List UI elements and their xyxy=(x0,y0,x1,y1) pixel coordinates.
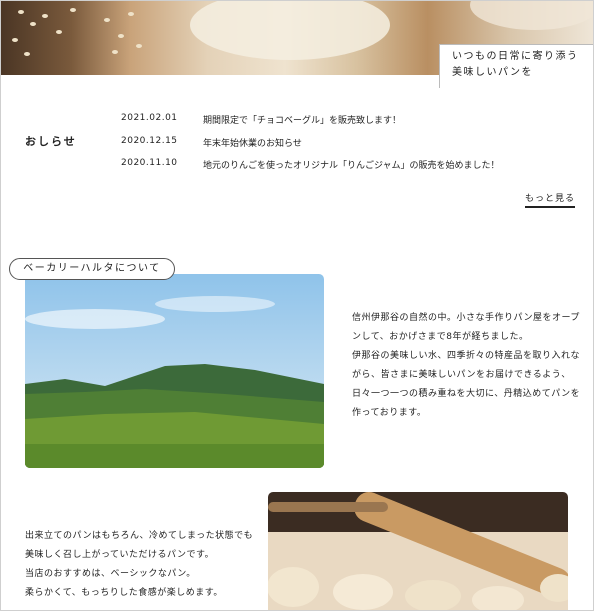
bread-description: 出来立てのパンはもちろん、冷めてしまった状態でも 美味しく召し上がっていただける… xyxy=(25,527,253,603)
news-link[interactable]: 地元のりんごを使ったオリジナル「りんごジャム」の販売を始めました！ xyxy=(203,158,500,171)
news-link[interactable]: 期間限定で「チョコベーグル」を販売致します！ xyxy=(203,113,401,126)
bread-crumb-shape xyxy=(190,0,390,60)
bread-line: 当店のおすすめは、ベーシックなパン。 xyxy=(25,569,196,579)
landscape-photo xyxy=(25,274,324,468)
seed-decoration xyxy=(42,14,48,18)
seed-decoration xyxy=(104,18,110,22)
hero-tagline-line1: いつもの日常に寄り添う xyxy=(452,51,579,62)
news-link[interactable]: 年末年始休業のお知らせ xyxy=(203,136,302,149)
dough-rolling-photo xyxy=(268,492,568,611)
seed-decoration xyxy=(128,12,134,16)
news-date: 2020.12.15 xyxy=(121,136,178,146)
about-line: がら、皆さまに美味しいパンをお届けできるよう、 xyxy=(352,370,571,380)
seed-decoration xyxy=(56,30,62,34)
landscape-illustration xyxy=(25,274,324,468)
seed-decoration xyxy=(24,52,30,56)
about-line: 作っております。 xyxy=(352,408,427,418)
seed-decoration xyxy=(70,8,76,12)
hero-tagline-line2: 美味しいパンを xyxy=(452,67,533,78)
bread-crumb-shape xyxy=(470,0,594,30)
seed-decoration xyxy=(136,44,142,48)
news-title: おしらせ xyxy=(25,135,77,148)
bread-line: 柔らかくて、もっちりした食感が楽しめます。 xyxy=(25,588,223,598)
about-heading: ベーカリーハルタについて xyxy=(9,258,175,280)
seed-decoration xyxy=(112,50,118,54)
seed-decoration xyxy=(12,38,18,42)
seed-decoration xyxy=(18,10,24,14)
about-line: 信州伊那谷の自然の中。小さな手作りパン屋をオープ xyxy=(352,313,580,323)
about-line: ンして、おかげさまで8年が経ちました。 xyxy=(352,332,529,342)
bread-line: 出来立てのパンはもちろん、冷めてしまった状態でも xyxy=(25,531,254,541)
more-news-link[interactable]: もっと見る xyxy=(525,191,576,208)
about-description: 信州伊那谷の自然の中。小さな手作りパン屋をオープ ンして、おかげさまで8年が経ち… xyxy=(352,309,581,423)
seed-decoration xyxy=(118,34,124,38)
about-line: 日々一つ一つの積み重ねを大切に、丹精込めてパンを xyxy=(352,389,581,399)
bread-line: 美味しく召し上がっていただけるパンです。 xyxy=(25,550,215,560)
news-date: 2021.02.01 xyxy=(121,113,178,123)
seed-decoration xyxy=(30,22,36,26)
dough-illustration xyxy=(268,492,568,611)
about-line: 伊那谷の美味しい水、四季折々の特産品を取り入れな xyxy=(352,351,581,361)
hero-tagline: いつもの日常に寄り添う 美味しいパンを xyxy=(439,44,593,88)
news-date: 2020.11.10 xyxy=(121,158,178,168)
